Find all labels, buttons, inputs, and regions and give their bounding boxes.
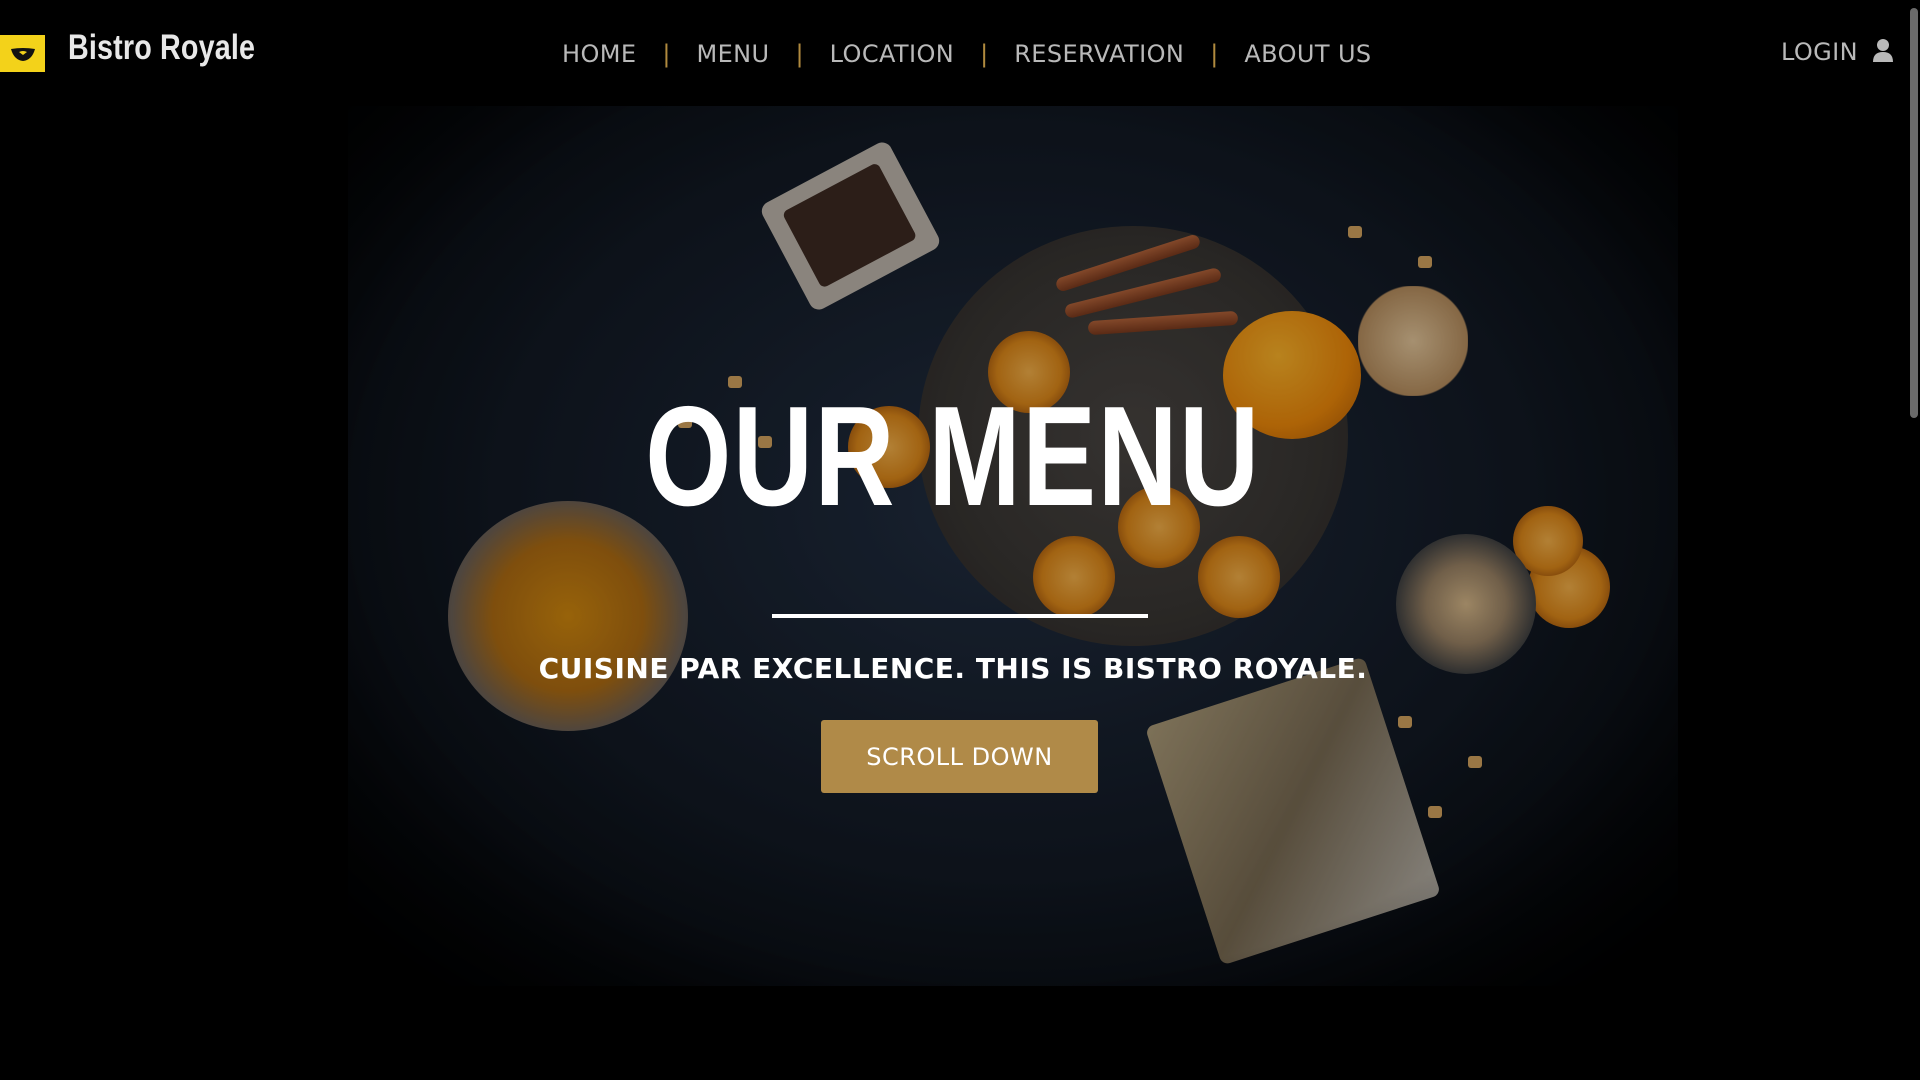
title-divider <box>772 614 1148 618</box>
main-nav: HOME | MENU | LOCATION | RESERVATION | A… <box>562 38 1372 70</box>
page-title: OUR MENU <box>645 377 1261 536</box>
nav-separator: | <box>1210 40 1219 68</box>
user-icon <box>1872 38 1894 66</box>
nav-menu[interactable]: MENU <box>697 40 770 68</box>
nav-separator: | <box>980 40 989 68</box>
nav-reservation[interactable]: RESERVATION <box>1014 40 1184 68</box>
nav-separator: | <box>662 40 671 68</box>
scrollbar-thumb[interactable] <box>1910 8 1918 418</box>
hero-subtitle: CUISINE PAR EXCELLENCE. THIS IS BISTRO R… <box>538 652 1368 685</box>
scroll-down-button[interactable]: SCROLL DOWN <box>821 720 1098 793</box>
bistro-logo-icon[interactable] <box>0 35 45 72</box>
hero-section: OUR MENU CUISINE PAR EXCELLENCE. THIS IS… <box>0 106 1906 1080</box>
nav-separator: | <box>795 40 804 68</box>
image-dim-overlay <box>348 106 1678 986</box>
login-button[interactable]: LOGIN <box>1781 38 1894 66</box>
nav-about-us[interactable]: ABOUT US <box>1244 40 1371 68</box>
top-navbar: Bistro Royale HOME | MENU | LOCATION | R… <box>0 0 1920 106</box>
nav-location[interactable]: LOCATION <box>830 40 955 68</box>
nav-home[interactable]: HOME <box>562 40 636 68</box>
brand-name[interactable]: Bistro Royale <box>68 28 255 68</box>
scrollbar[interactable] <box>1906 0 1920 1080</box>
login-label: LOGIN <box>1780 38 1858 66</box>
